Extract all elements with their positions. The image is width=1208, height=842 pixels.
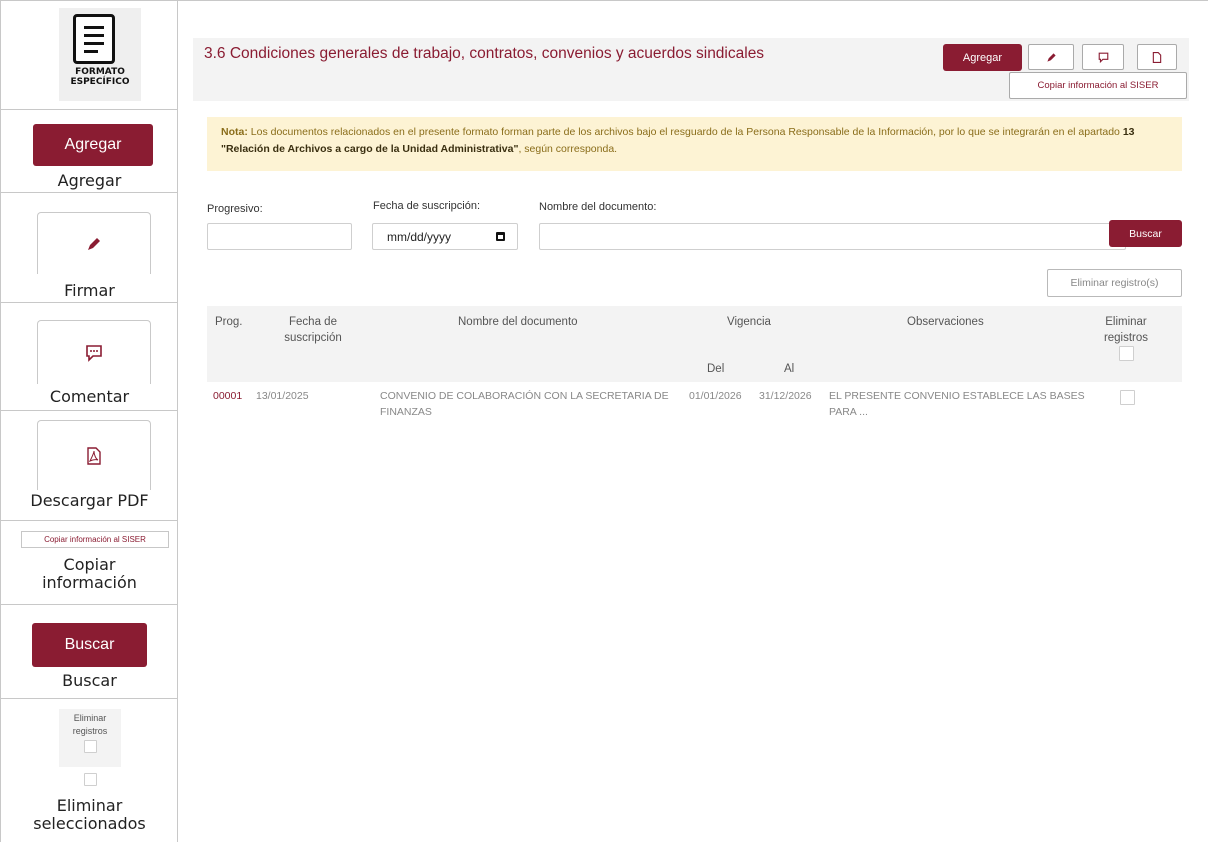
document-icon — [73, 14, 115, 64]
col-eliminar: Eliminar registros — [1095, 314, 1157, 366]
legend-eliminar-header-1: Eliminar — [73, 713, 107, 723]
note-prefix: Nota: — [221, 126, 248, 138]
row-al: 31/12/2026 — [759, 390, 812, 402]
legend-agregar-button[interactable]: Agregar — [33, 124, 153, 166]
fecha-label: Fecha de suscripción: — [373, 200, 480, 212]
note-text-1: Los documentos relacionados en el presen… — [250, 126, 1120, 138]
legend-buscar-button[interactable]: Buscar — [32, 623, 147, 667]
row-nombre: CONVENIO DE COLABORACIÓN CON LA SECRETAR… — [380, 390, 669, 418]
copy-siser-button[interactable]: Copiar información al SISER — [1009, 72, 1187, 99]
top-border — [0, 0, 1208, 4]
col-prog: Prog. — [215, 316, 243, 328]
legend-eliminar-header-2: registros — [72, 726, 108, 736]
main-panel: 3.6 Condiciones generales de trabajo, co… — [193, 38, 1189, 428]
legend-pdf-caption: Descargar PDF — [30, 491, 149, 510]
legend-row-checkbox[interactable] — [84, 773, 97, 786]
legend-header-checkbox[interactable] — [83, 740, 97, 753]
comment-icon — [1098, 52, 1108, 63]
legend-pdf-button[interactable] — [37, 420, 151, 490]
col-observaciones: Observaciones — [907, 316, 984, 328]
col-eliminar-2: registros — [1103, 332, 1149, 344]
comment-button[interactable] — [1082, 44, 1124, 70]
col-eliminar-1: Eliminar — [1105, 316, 1147, 328]
info-note: Nota: Los documentos relacionados en el … — [207, 117, 1182, 171]
legend-buscar-caption: Buscar — [62, 671, 117, 690]
legend-copiar-caption-1: Copiar — [63, 555, 116, 574]
col-del: Del — [707, 363, 725, 375]
legend-cell-logo: FORMATO ESPECÍFICO — [1, 0, 178, 110]
legend-cell-copiar: Copiar información al SISER Copiar infor… — [1, 521, 178, 605]
legend-cell-comentar: Comentar — [1, 303, 178, 411]
table-row: 00001 13/01/2025 CONVENIO DE COLABORACIÓ… — [207, 382, 1182, 428]
formato-especifico-logo: FORMATO ESPECÍFICO — [59, 8, 141, 101]
logo-text-line1: FORMATO — [75, 67, 125, 77]
progresivo-input[interactable] — [207, 223, 352, 250]
pdf-icon — [1152, 51, 1162, 63]
note-text-2: , según corresponda. — [518, 143, 618, 155]
select-all-checkbox[interactable] — [1118, 346, 1134, 361]
search-button[interactable]: Buscar — [1109, 220, 1182, 247]
table-header: Prog. Fecha de suscripción Nombre del do… — [207, 306, 1182, 382]
sign-button[interactable] — [1028, 44, 1074, 70]
col-vigencia: Vigencia — [727, 316, 771, 328]
row-fecha: 13/01/2025 — [256, 390, 309, 402]
row-prog[interactable]: 00001 — [213, 388, 242, 404]
legend-comentar-caption: Comentar — [49, 387, 130, 406]
progresivo-label: Progresivo: — [207, 203, 263, 215]
legend-cell-pdf: Descargar PDF — [1, 411, 178, 521]
legend-copiar-caption-2: información — [42, 573, 137, 592]
pdf-icon — [87, 446, 101, 465]
legend-cell-agregar: Agregar Agregar — [1, 110, 178, 193]
row-observaciones: EL PRESENTE CONVENIO ESTABLECE LAS BASES… — [829, 390, 1085, 418]
legend-sidebar: FORMATO ESPECÍFICO Agregar Agregar Firma… — [0, 0, 178, 842]
col-nombre: Nombre del documento — [458, 316, 578, 328]
nombre-input[interactable] — [539, 223, 1126, 250]
legend-cell-eliminar: Eliminar registros Eliminar seleccionado… — [1, 699, 178, 842]
row-del: 01/01/2026 — [689, 390, 742, 402]
page: FORMATO ESPECÍFICO Agregar Agregar Firma… — [0, 0, 1208, 842]
row-checkbox[interactable] — [1120, 390, 1135, 405]
fecha-input[interactable]: mm/dd/yyyy — [372, 223, 518, 250]
legend-firmar-caption: Firmar — [64, 281, 115, 300]
col-fecha-2: suscripción — [284, 332, 342, 344]
delete-records-button[interactable]: Eliminar registro(s) — [1047, 269, 1182, 297]
legend-comentar-button[interactable] — [37, 320, 151, 384]
pen-icon — [1046, 52, 1056, 62]
calendar-icon[interactable] — [496, 232, 505, 241]
col-fecha: Fecha de suscripción — [273, 314, 353, 346]
section-title: 3.6 Condiciones generales de trabajo, co… — [204, 45, 765, 62]
legend-eliminar-caption-2: seleccionados — [33, 814, 146, 833]
pdf-button[interactable] — [1137, 44, 1177, 70]
pen-icon — [88, 237, 100, 250]
fecha-placeholder: mm/dd/yyyy — [387, 229, 452, 244]
logo-text-line2: ESPECÍFICO — [70, 77, 130, 87]
legend-cell-firmar: Firmar — [1, 193, 178, 303]
legend-firmar-button[interactable] — [37, 212, 151, 274]
legend-eliminar-header: Eliminar registros — [59, 709, 121, 767]
section-header: 3.6 Condiciones generales de trabajo, co… — [193, 38, 1189, 101]
legend-cell-buscar: Buscar Buscar — [1, 605, 178, 699]
col-al: Al — [784, 363, 795, 375]
legend-eliminar-caption-1: Eliminar — [56, 796, 123, 815]
comment-icon — [86, 344, 102, 362]
add-button[interactable]: Agregar — [943, 44, 1022, 71]
legend-agregar-caption: Agregar — [57, 171, 122, 190]
legend-copiar-button[interactable]: Copiar información al SISER — [21, 531, 169, 548]
col-fecha-1: Fecha de — [289, 316, 337, 328]
nombre-label: Nombre del documento: — [539, 201, 657, 213]
